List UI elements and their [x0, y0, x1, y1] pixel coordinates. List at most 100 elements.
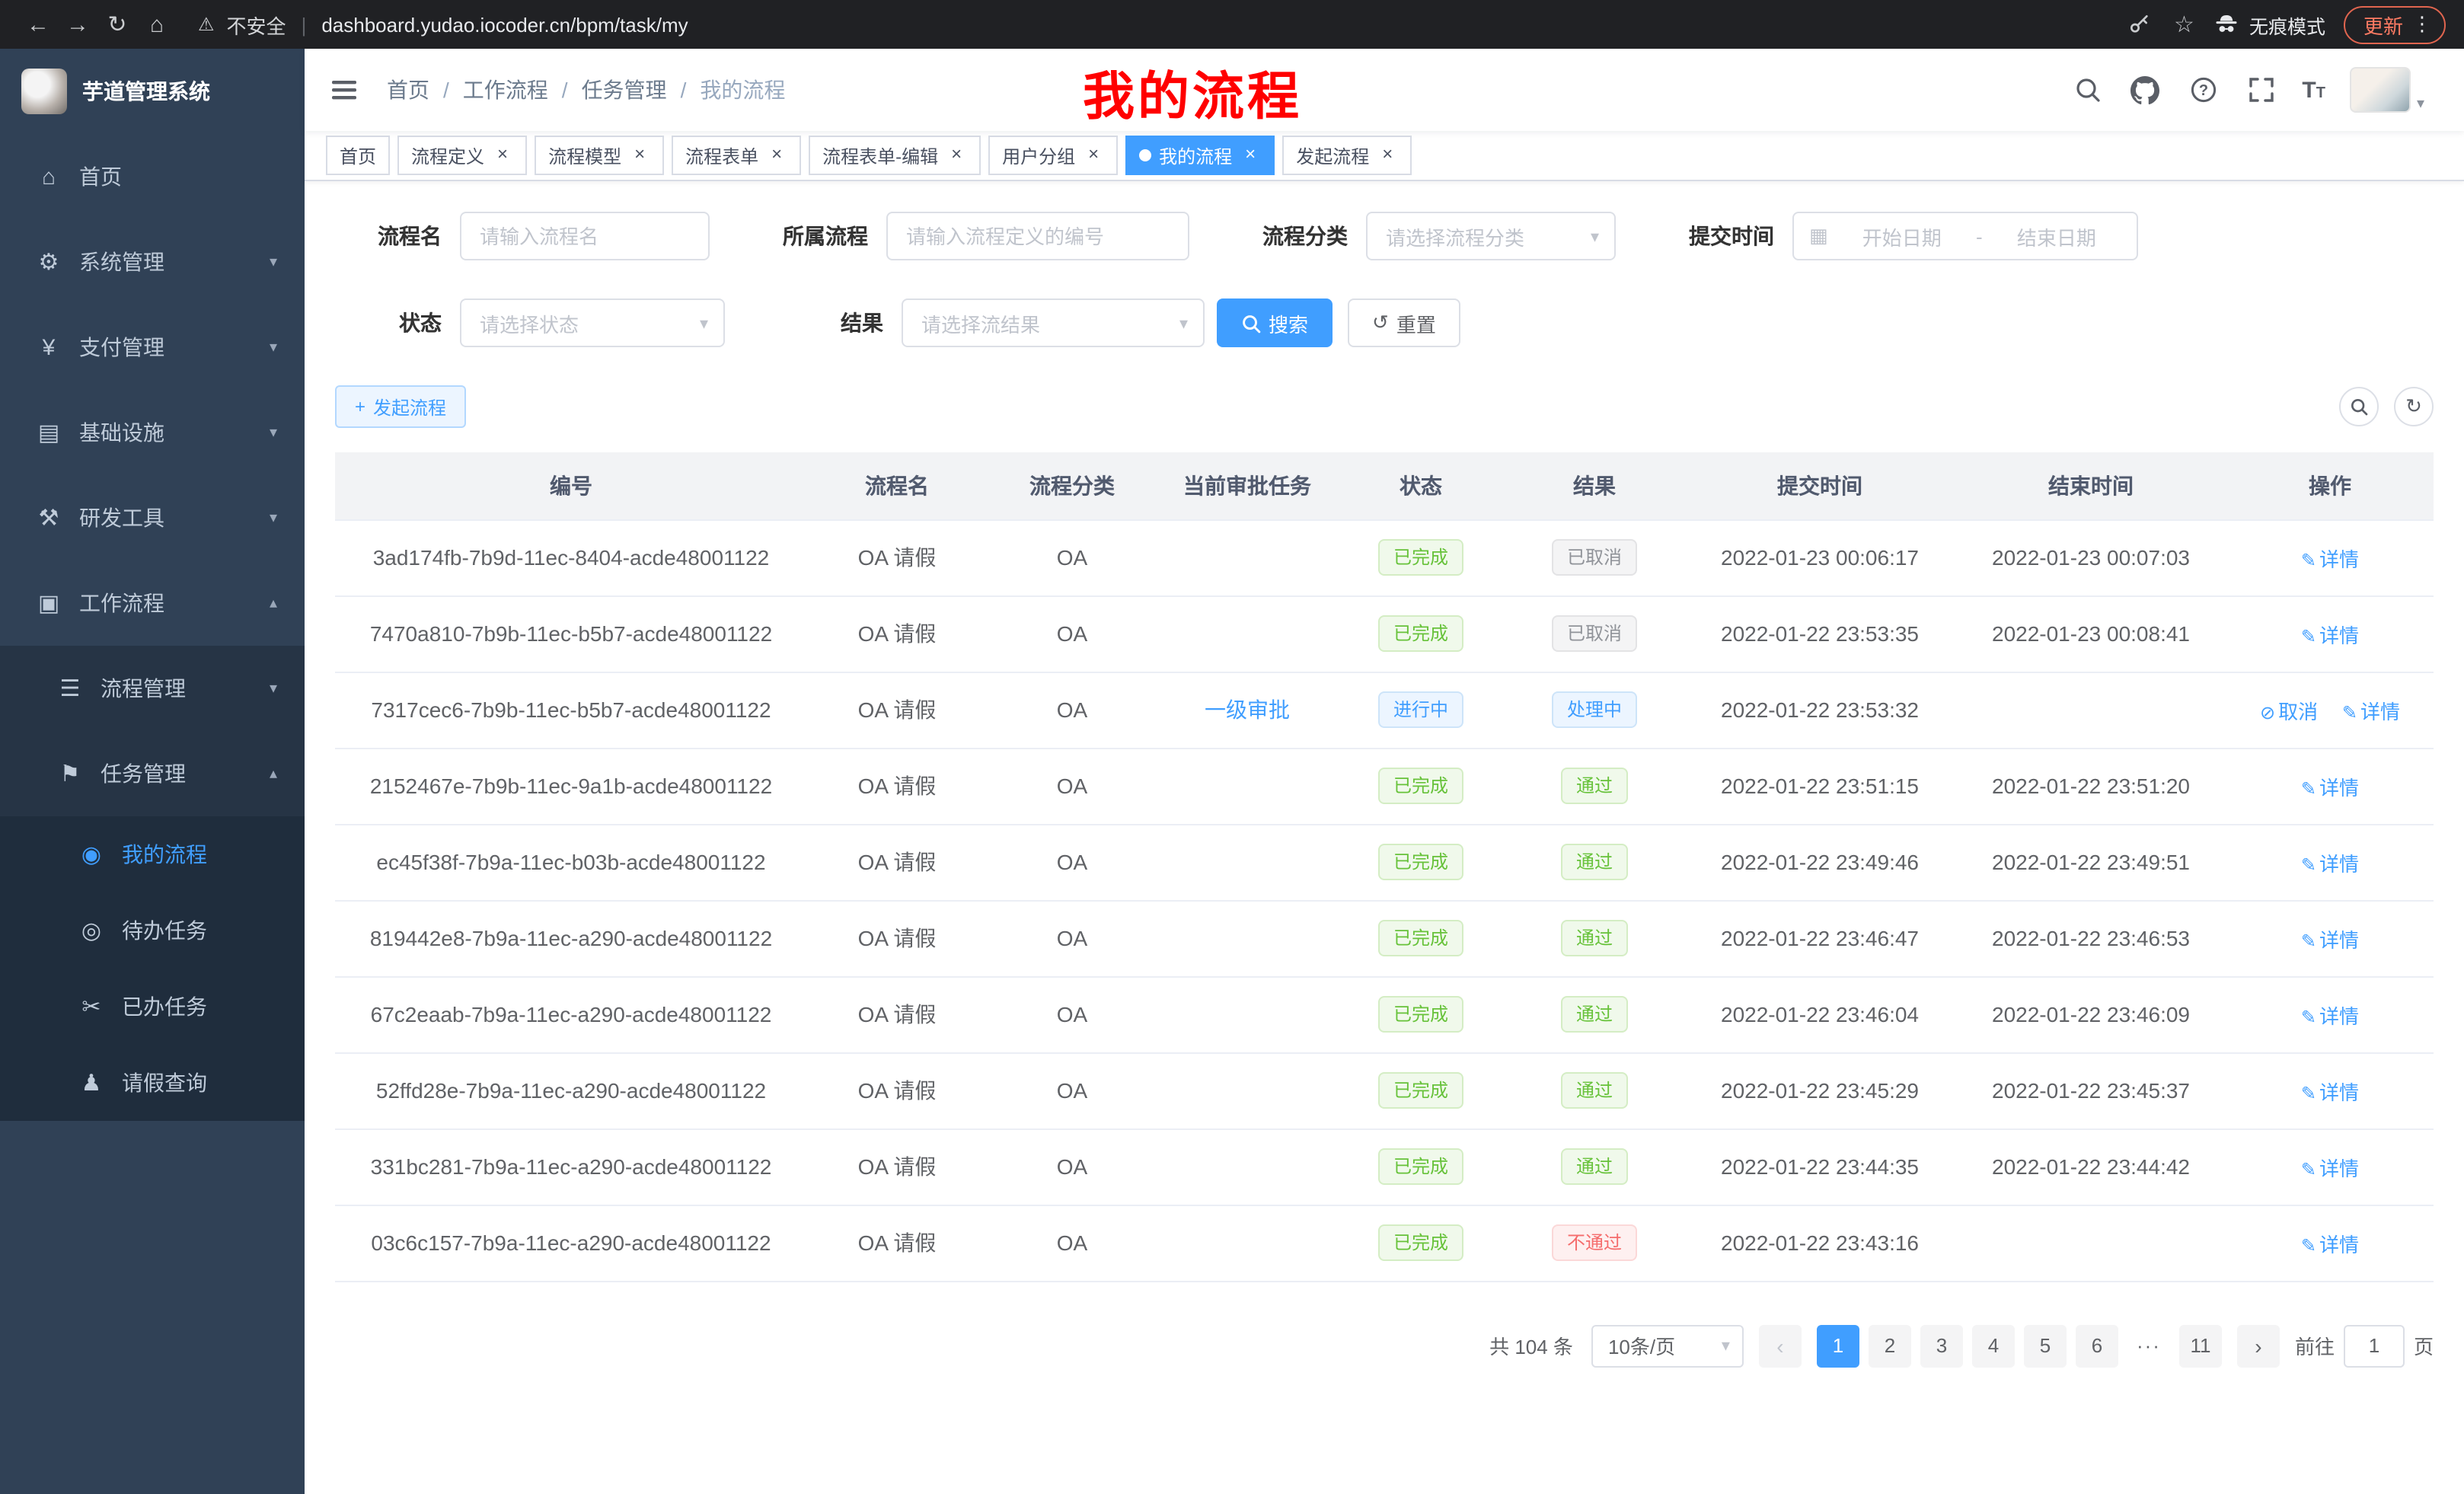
page-button[interactable]: 4 [1972, 1324, 2015, 1367]
close-icon[interactable]: × [1377, 145, 1398, 166]
close-icon[interactable]: × [492, 145, 513, 166]
sidebar-item-task-mgmt[interactable]: ⚑ 任务管理 ▴ [0, 731, 305, 816]
tab[interactable]: 流程模型 × [535, 136, 664, 175]
reset-button[interactable]: ↺ 重置 [1348, 298, 1460, 347]
submit-time-range-picker[interactable]: ▦ 开始日期 - 结束日期 [1792, 212, 2138, 260]
page-button[interactable]: 5 [2024, 1324, 2067, 1367]
tab[interactable]: 流程表单-编辑 × [809, 136, 981, 175]
search-button[interactable]: 搜索 [1217, 298, 1333, 347]
key-icon[interactable] [2122, 8, 2156, 41]
detail-button[interactable]: ✎详情 [2301, 624, 2359, 646]
page-title-annotation: 我的流程 [1083, 55, 1302, 129]
sidebar-item-system-mgmt[interactable]: ⚙ 系统管理 ▾ [0, 219, 305, 305]
cell-result: 通过 [1505, 824, 1684, 900]
page-button[interactable]: 2 [1869, 1324, 1911, 1367]
goto-page-input[interactable] [2344, 1324, 2405, 1367]
prev-page-button[interactable]: ‹ [1759, 1324, 1802, 1367]
tab[interactable]: 用户分组 × [988, 136, 1118, 175]
sidebar-item-leave-query[interactable]: ♟ 请假查询 [0, 1045, 305, 1121]
sidebar-item-done-tasks[interactable]: ✂ 已办任务 [0, 969, 305, 1045]
close-icon[interactable]: × [629, 145, 650, 166]
hamburger-icon[interactable] [329, 75, 359, 105]
cell-category: OA [987, 824, 1157, 900]
refresh-icon[interactable]: ↻ [2394, 387, 2434, 426]
toggle-search-icon[interactable] [2339, 387, 2379, 426]
page-button[interactable]: 11 [2179, 1324, 2222, 1367]
detail-button[interactable]: ✎详情 [2301, 1004, 2359, 1027]
sidebar-item-my-process[interactable]: ◉ 我的流程 [0, 816, 305, 892]
sidebar-item-label: 工作流程 [79, 588, 164, 618]
category-select[interactable]: 请选择流程分类 ▾ [1366, 212, 1616, 260]
page-button[interactable]: 1 [1817, 1324, 1859, 1367]
detail-button[interactable]: ✎详情 [2342, 700, 2400, 723]
detail-button[interactable]: ✎详情 [2301, 776, 2359, 799]
sidebar-item-workflow[interactable]: ▣ 工作流程 ▴ [0, 560, 305, 646]
page-size-select[interactable]: 10条/页 ▾ [1591, 1324, 1744, 1367]
github-icon[interactable] [2128, 73, 2162, 107]
page-button[interactable]: 6 [2076, 1324, 2118, 1367]
detail-button[interactable]: ✎详情 [2301, 1233, 2359, 1256]
search-icon[interactable] [2070, 73, 2104, 107]
tab[interactable]: 首页 × [326, 136, 390, 175]
scissors-icon: ✂ [73, 993, 110, 1020]
detail-button[interactable]: ✎详情 [2301, 928, 2359, 951]
close-icon[interactable]: × [766, 145, 787, 166]
close-icon[interactable]: × [946, 145, 967, 166]
cell-id: 7470a810-7b9b-11ec-b5b7-acde48001122 [335, 595, 807, 672]
detail-button[interactable]: ✎详情 [2301, 1157, 2359, 1180]
result-select[interactable]: 请选择流结果 ▾ [902, 298, 1205, 347]
status-label: 状态 [335, 308, 442, 338]
detail-button[interactable]: ✎详情 [2301, 1081, 2359, 1103]
process-def-input[interactable] [886, 212, 1189, 260]
sidebar-item-payment-mgmt[interactable]: ¥ 支付管理 ▾ [0, 305, 305, 390]
detail-button[interactable]: ✎详情 [2301, 852, 2359, 875]
sidebar-item-label: 请假查询 [122, 1068, 207, 1098]
browser-reload-button[interactable]: ↻ [97, 5, 137, 44]
user-avatar[interactable]: ▾ [2350, 67, 2424, 113]
close-icon[interactable]: × [1240, 145, 1261, 166]
tab-label: 首页 [340, 142, 376, 168]
create-process-button[interactable]: + 发起流程 [335, 385, 466, 428]
tab[interactable]: 我的流程 × [1125, 136, 1275, 175]
tab[interactable]: 流程定义 × [397, 136, 527, 175]
tab[interactable]: 发起流程 × [1282, 136, 1412, 175]
help-icon[interactable]: ? [2186, 73, 2220, 107]
page-button[interactable]: ··· [2127, 1324, 2170, 1367]
address-bar[interactable]: ⚠ 不安全 | dashboard.yudao.iocoder.cn/bpm/t… [198, 10, 2101, 39]
bookmark-star-icon[interactable]: ☆ [2174, 11, 2194, 38]
cell-current-task [1157, 748, 1337, 824]
sidebar-item-todo-tasks[interactable]: ◎ 待办任务 [0, 892, 305, 969]
breadcrumb-item[interactable]: 我的流程 [667, 75, 786, 105]
breadcrumb-item[interactable]: 首页 [387, 75, 429, 105]
next-page-button[interactable]: › [2237, 1324, 2280, 1367]
fullscreen-icon[interactable] [2244, 73, 2277, 107]
sidebar-item-dev-tools[interactable]: ⚒ 研发工具 ▾ [0, 475, 305, 560]
chevron-icon: ▴ [270, 765, 277, 782]
cancel-button[interactable]: ⊘取消 [2260, 700, 2318, 723]
font-size-icon[interactable]: TT [2302, 77, 2325, 103]
sidebar-item-process-mgmt[interactable]: ☰ 流程管理 ▾ [0, 646, 305, 731]
browser-forward-button[interactable]: → [58, 5, 97, 44]
browser-menu-icon[interactable]: ⋮ [2412, 12, 2432, 37]
cell-current-task [1157, 519, 1337, 595]
tab-label: 用户分组 [1002, 142, 1075, 168]
process-name-input[interactable] [460, 212, 710, 260]
status-select[interactable]: 请选择状态 ▾ [460, 298, 725, 347]
close-icon[interactable]: × [1083, 145, 1104, 166]
browser-home-button[interactable]: ⌂ [137, 5, 177, 44]
tab[interactable]: 流程表单 × [672, 136, 801, 175]
sidebar-item-infrastructure[interactable]: ▤ 基础设施 ▾ [0, 390, 305, 475]
url-text: dashboard.yudao.iocoder.cn/bpm/task/my [321, 13, 688, 36]
cell-category: OA [987, 900, 1157, 976]
tags-view: 首页 × 流程定义 × 流程模型 × [305, 131, 2464, 181]
page-button[interactable]: 3 [1920, 1324, 1963, 1367]
browser-update-button[interactable]: 更新 ⋮ [2344, 5, 2446, 43]
cell-id: ec45f38f-7b9a-11ec-b03b-acde48001122 [335, 824, 807, 900]
browser-back-button[interactable]: ← [18, 5, 58, 44]
sidebar-item-home[interactable]: ⌂ 首页 [0, 134, 305, 219]
current-task-link[interactable]: 一级审批 [1205, 698, 1290, 722]
breadcrumb-item[interactable]: 任务管理 [548, 75, 667, 105]
breadcrumb-item[interactable]: 工作流程 [429, 75, 548, 105]
chevron-icon: ▾ [270, 424, 277, 441]
detail-button[interactable]: ✎详情 [2301, 547, 2359, 570]
